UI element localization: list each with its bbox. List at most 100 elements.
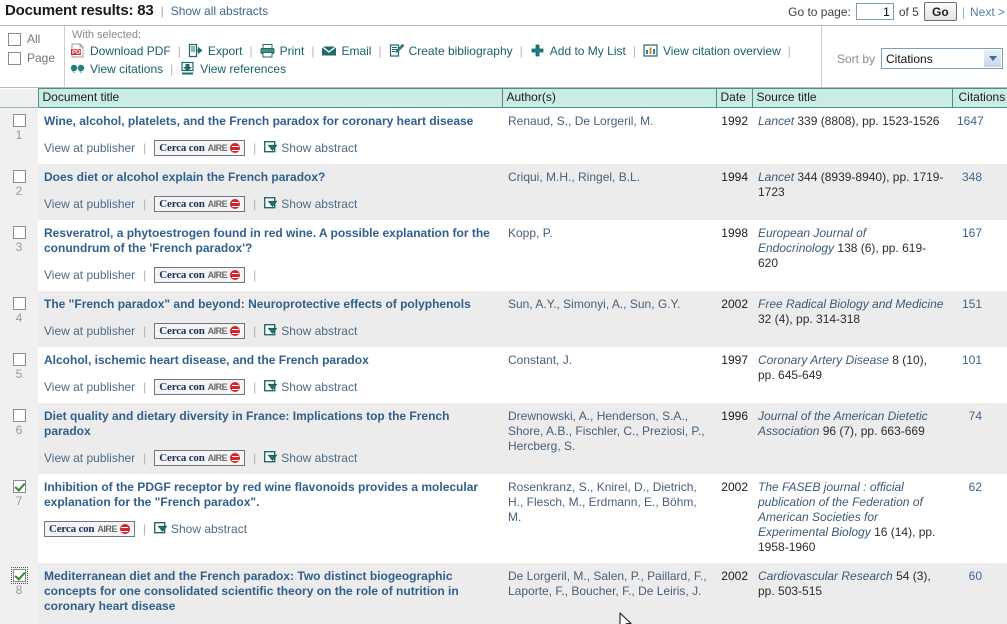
- citations-cell[interactable]: 101: [952, 347, 1007, 403]
- gutter-header: [0, 88, 38, 108]
- authors-cell: Renaud, S., De Lorgeril, M.: [502, 107, 716, 164]
- email-action[interactable]: Email: [321, 43, 371, 58]
- row-select-checkbox[interactable]: [12, 480, 26, 493]
- column-header-document-title[interactable]: Document title: [37, 88, 503, 108]
- download-pdf-action[interactable]: PDF Download PDF: [70, 43, 171, 58]
- row-gutter: 5: [0, 347, 38, 403]
- row-select-checkbox[interactable]: [12, 170, 26, 183]
- chevron-down-icon[interactable]: [984, 50, 1001, 67]
- source-journal-name: Cardiovascular Research: [758, 569, 893, 583]
- document-title-link[interactable]: The "French paradox" and beyond: Neuropr…: [44, 297, 492, 312]
- view-at-publisher-link[interactable]: View at publisher: [44, 196, 135, 212]
- aire-logo-icon: [230, 198, 241, 209]
- aire-logo-icon: [230, 269, 241, 280]
- document-title-link[interactable]: Mediterranean diet and the French parado…: [44, 569, 492, 614]
- show-abstract-link[interactable]: Show abstract: [264, 379, 357, 395]
- row-action-links: View at publisher | Cerca con AIRE | Show abs…: [44, 450, 492, 466]
- source-volume-pages: 96 (7), pp. 663-669: [819, 424, 925, 438]
- authors-cell: Rosenkranz, S., Knirel, D., Dietrich, H.…: [502, 474, 716, 563]
- column-header-authors[interactable]: Author(s): [502, 88, 717, 108]
- view-citation-overview-action[interactable]: View citation overview: [643, 43, 781, 58]
- page-number-input[interactable]: [855, 3, 894, 20]
- view-at-publisher-link[interactable]: View at publisher: [44, 267, 135, 283]
- show-abstract-link[interactable]: Show abstract: [153, 521, 247, 537]
- toolbar-divider-left: [64, 26, 65, 87]
- show-abstract-link[interactable]: Show abstract: [264, 450, 357, 466]
- citations-cell[interactable]: 1647: [952, 107, 1007, 164]
- select-page-checkbox[interactable]: [8, 51, 21, 65]
- citations-cell[interactable]: 167: [952, 220, 1007, 291]
- aire-brand-label: AIRE: [207, 198, 228, 209]
- table-row: 3 Resveratrol, a phytoestrogen found in r…: [0, 220, 1007, 291]
- view-references-label: View references: [200, 61, 287, 76]
- row-select-checkbox[interactable]: [12, 353, 26, 366]
- aire-logo-icon: [230, 325, 241, 336]
- plus-icon: [530, 43, 546, 58]
- document-title-link[interactable]: Resveratrol, a phytoestrogen found in re…: [44, 226, 492, 256]
- row-select-checkbox[interactable]: [12, 409, 26, 422]
- row-select-checkbox[interactable]: [12, 297, 26, 310]
- action-toolbar: All Page With selected: PDF Download PDF: [0, 26, 1007, 88]
- citations-cell[interactable]: 60: [952, 563, 1007, 624]
- add-to-my-list-action[interactable]: Add to My List: [530, 43, 626, 58]
- row-select-checkbox[interactable]: [12, 114, 26, 127]
- citations-cell[interactable]: 62: [952, 474, 1007, 563]
- view-citations-label: View citations: [90, 61, 164, 76]
- cerca-con-aire-button[interactable]: Cerca con AIRE: [154, 140, 246, 156]
- show-abstract-link[interactable]: Show abstract: [264, 196, 357, 212]
- cerca-con-aire-button[interactable]: Cerca con AIRE: [154, 323, 246, 339]
- row-action-links: View at publisher | Cerca con AIRE |: [44, 267, 492, 283]
- select-all-checkbox[interactable]: [8, 32, 21, 46]
- citations-cell[interactable]: 348: [952, 164, 1007, 220]
- column-header-date[interactable]: Date: [716, 88, 753, 108]
- aire-brand-label: AIRE: [97, 523, 117, 534]
- view-references-action[interactable]: View references: [180, 61, 286, 76]
- table-row: 2 Does diet or alcohol explain the French…: [0, 164, 1007, 220]
- cerca-con-aire-button[interactable]: Cerca con AIRE: [154, 267, 246, 283]
- select-all-label: All: [27, 32, 41, 46]
- next-page-link[interactable]: Next >: [970, 5, 1005, 19]
- document-title-link[interactable]: Inhibition of the PDGF receptor by red w…: [44, 480, 492, 510]
- select-all-row[interactable]: All: [8, 32, 64, 46]
- create-bibliography-action[interactable]: Create bibliography: [389, 43, 513, 58]
- date-cell: 1996: [716, 403, 752, 474]
- go-button[interactable]: Go: [923, 2, 957, 21]
- cerca-con-aire-button[interactable]: Cerca con AIRE: [154, 379, 246, 395]
- view-at-publisher-link[interactable]: View at publisher: [44, 379, 135, 395]
- view-at-publisher-link[interactable]: View at publisher: [44, 323, 135, 339]
- action-separator: |: [632, 43, 636, 58]
- aire-brand-label: AIRE: [207, 142, 228, 153]
- row-select-checkbox[interactable]: [10, 567, 28, 584]
- aire-logo-icon: [119, 523, 130, 534]
- row-action-separator: |: [253, 380, 257, 394]
- cerca-con-aire-button[interactable]: Cerca con AIRE: [154, 450, 246, 466]
- export-action[interactable]: Export: [188, 43, 243, 58]
- document-title-link[interactable]: Does diet or alcohol explain the French …: [44, 170, 492, 185]
- sort-by-select[interactable]: Citations: [881, 48, 1003, 69]
- view-at-publisher-link[interactable]: View at publisher: [44, 140, 135, 156]
- row-action-separator: |: [143, 324, 147, 338]
- source-volume-pages: 339 (8808), pp. 1523-1526: [794, 114, 940, 128]
- show-abstract-link[interactable]: Show abstract: [264, 140, 357, 156]
- document-title-link[interactable]: Alcohol, ischemic heart disease, and the…: [44, 353, 492, 368]
- citations-cell[interactable]: 151: [952, 291, 1007, 347]
- row-action-links: View at publisher | Cerca con AIRE | Show abs…: [44, 140, 492, 156]
- view-at-publisher-link[interactable]: View at publisher: [44, 450, 135, 466]
- citations-cell[interactable]: 74: [952, 403, 1007, 474]
- show-all-abstracts-link[interactable]: Show all abstracts: [171, 4, 268, 18]
- row-select-checkbox[interactable]: [12, 226, 26, 239]
- table-row: 1 Wine, alcohol, platelets, and the Frenc…: [0, 107, 1007, 164]
- document-title-link[interactable]: Diet quality and dietary diversity in Fr…: [44, 409, 492, 439]
- select-page-row[interactable]: Page: [8, 51, 64, 65]
- print-action[interactable]: Print: [260, 43, 304, 58]
- show-abstract-link[interactable]: Show abstract: [264, 323, 357, 339]
- view-citations-action[interactable]: View citations: [70, 61, 163, 76]
- aire-brand-label: AIRE: [207, 381, 228, 392]
- cerca-con-aire-button[interactable]: Cerca con AIRE: [44, 521, 135, 537]
- column-header-citations[interactable]: Citations: [952, 88, 1007, 108]
- column-header-source-title[interactable]: Source title: [752, 88, 953, 108]
- document-title-link[interactable]: Wine, alcohol, platelets, and the French…: [44, 114, 492, 129]
- cerca-con-aire-button[interactable]: Cerca con AIRE: [154, 196, 246, 212]
- bulk-actions-row-2: View citations | View references: [70, 61, 817, 76]
- source-title-cell: Free Radical Biology and Medicine 32 (4)…: [752, 291, 952, 347]
